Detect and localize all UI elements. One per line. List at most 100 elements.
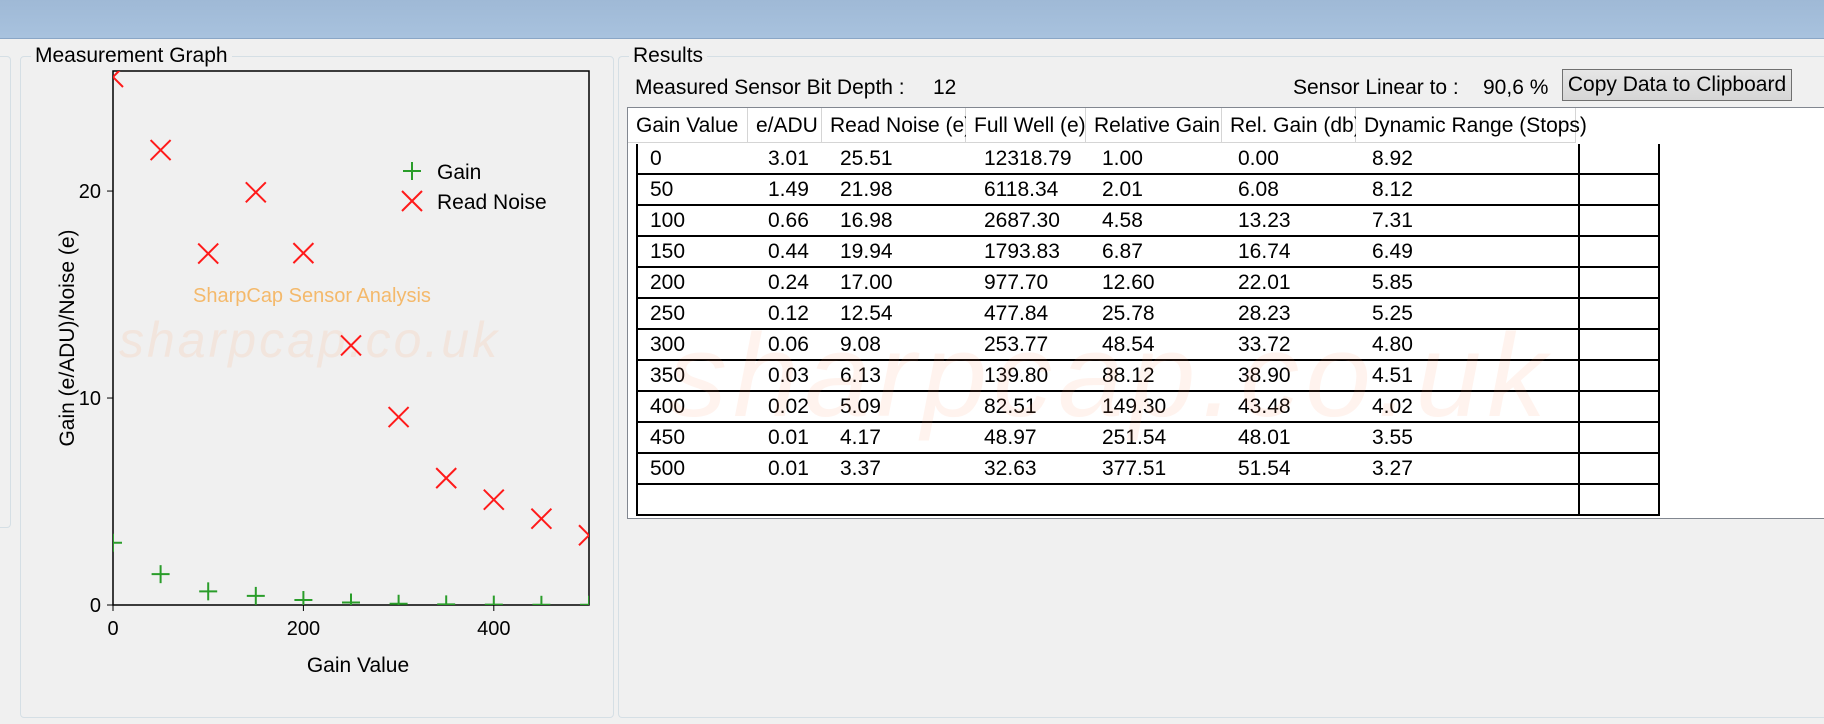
column-header[interactable]: Rel. Gain (db) [1222,108,1361,143]
table-cell[interactable]: 88.12 [1090,361,1228,392]
table-cell[interactable]: 33.72 [1226,330,1362,361]
table-cell[interactable]: 6118.34 [972,175,1092,206]
table-cell[interactable]: 450 [636,423,758,454]
table-cell[interactable]: 43.48 [1226,392,1362,423]
table-cell[interactable]: 0.12 [756,299,830,330]
table-cell[interactable]: 149.30 [1090,392,1228,423]
table-cell[interactable]: 6.87 [1090,237,1228,268]
table-cell[interactable]: 1793.83 [972,237,1092,268]
table-cell[interactable] [756,485,830,516]
table-cell[interactable]: 0.44 [756,237,830,268]
table-cell[interactable]: 51.54 [1226,454,1362,485]
gain-point [246,586,265,605]
table-cell[interactable]: 82.51 [972,392,1092,423]
results-table[interactable]: Gain Value e/ADU Read Noise (e) Full Well (… [627,107,1824,519]
table-cell[interactable]: 4.80 [1360,330,1580,361]
table-cell[interactable]: 1.49 [756,175,830,206]
table-cell[interactable]: 0.01 [756,423,830,454]
table-cell[interactable]: 0.02 [756,392,830,423]
table-cell[interactable]: 19.94 [828,237,974,268]
table-cell[interactable]: 253.77 [972,330,1092,361]
table-cell[interactable] [972,485,1092,516]
table-cell[interactable]: 0.01 [756,454,830,485]
table-cell[interactable]: 150 [636,237,758,268]
table-cell[interactable]: 3.27 [1360,454,1580,485]
table-cell[interactable]: 12318.79 [972,144,1092,175]
copy-data-button[interactable]: Copy Data to Clipboard [1562,69,1792,101]
table-cell[interactable]: 13.23 [1226,206,1362,237]
table-cell[interactable]: 12.54 [828,299,974,330]
y-tick-label: 20 [79,181,101,203]
table-cell[interactable]: 0.03 [756,361,830,392]
table-cell[interactable]: 48.54 [1090,330,1228,361]
table-cell[interactable] [1360,485,1580,516]
table-cell[interactable]: 400 [636,392,758,423]
table-cell[interactable]: 9.08 [828,330,974,361]
column-header[interactable]: Dynamic Range (Stops) [1356,108,1587,143]
column-header[interactable]: Read Noise (e) [822,108,971,143]
table-cell[interactable]: 22.01 [1226,268,1362,299]
table-cell[interactable] [828,485,974,516]
table-cell[interactable] [1090,485,1228,516]
table-cell[interactable]: 12.60 [1090,268,1228,299]
table-cell[interactable]: 4.02 [1360,392,1580,423]
table-cell[interactable]: 4.51 [1360,361,1580,392]
table-cell[interactable]: 1.00 [1090,144,1228,175]
table-cell[interactable]: 5.09 [828,392,974,423]
table-cell[interactable]: 139.80 [972,361,1092,392]
table-cell[interactable]: 16.74 [1226,237,1362,268]
table-cell[interactable]: 0.00 [1226,144,1362,175]
table-cell[interactable]: 2.01 [1090,175,1228,206]
table-cell[interactable]: 16.98 [828,206,974,237]
table-cell[interactable]: 5.85 [1360,268,1580,299]
table-cell[interactable]: 350 [636,361,758,392]
measurement-graph-chart: sharpcap.co.uk SharpCap Sensor Analysis … [56,70,590,677]
table-cell[interactable]: 2687.30 [972,206,1092,237]
table-cell[interactable]: 3.37 [828,454,974,485]
table-cell[interactable]: 21.98 [828,175,974,206]
read-noise-point [483,488,505,511]
table-cell[interactable]: 377.51 [1090,454,1228,485]
table-cell[interactable]: 100 [636,206,758,237]
table-cell[interactable]: 48.97 [972,423,1092,454]
table-cell[interactable]: 200 [636,268,758,299]
gain-point [113,533,122,552]
table-cell[interactable]: 477.84 [972,299,1092,330]
table-cell[interactable]: 32.63 [972,454,1092,485]
table-cell[interactable]: 500 [636,454,758,485]
table-cell[interactable]: 250 [636,299,758,330]
table-cell[interactable]: 8.12 [1360,175,1580,206]
table-cell[interactable]: 6.49 [1360,237,1580,268]
table-cell[interactable]: 7.31 [1360,206,1580,237]
column-header[interactable]: Relative Gain [1086,108,1222,143]
table-filler-cell [1580,423,1660,454]
table-cell[interactable]: 251.54 [1090,423,1228,454]
table-cell[interactable]: 0.06 [756,330,830,361]
table-cell[interactable]: 28.23 [1226,299,1362,330]
table-cell[interactable]: 6.08 [1226,175,1362,206]
table-cell[interactable]: 3.55 [1360,423,1580,454]
table-cell[interactable]: 38.90 [1226,361,1362,392]
table-cell[interactable]: 48.01 [1226,423,1362,454]
table-cell[interactable]: 300 [636,330,758,361]
table-cell[interactable]: 0 [636,144,758,175]
table-cell[interactable]: 5.25 [1360,299,1580,330]
column-header[interactable]: Full Well (e) [966,108,1086,143]
table-cell[interactable]: 4.58 [1090,206,1228,237]
table-cell[interactable]: 8.92 [1360,144,1580,175]
table-cell[interactable]: 0.24 [756,268,830,299]
column-header[interactable]: e/ADU [748,108,822,143]
column-header[interactable]: Gain Value [628,108,748,143]
table-cell[interactable]: 6.13 [828,361,974,392]
y-tick-label: 10 [79,388,101,410]
table-cell[interactable] [1226,485,1362,516]
table-cell[interactable]: 17.00 [828,268,974,299]
table-cell[interactable]: 4.17 [828,423,974,454]
table-cell[interactable]: 25.51 [828,144,974,175]
table-cell[interactable]: 0.66 [756,206,830,237]
table-cell[interactable] [636,485,758,516]
table-cell[interactable]: 977.70 [972,268,1092,299]
table-cell[interactable]: 50 [636,175,758,206]
table-cell[interactable]: 3.01 [756,144,830,175]
table-cell[interactable]: 25.78 [1090,299,1228,330]
